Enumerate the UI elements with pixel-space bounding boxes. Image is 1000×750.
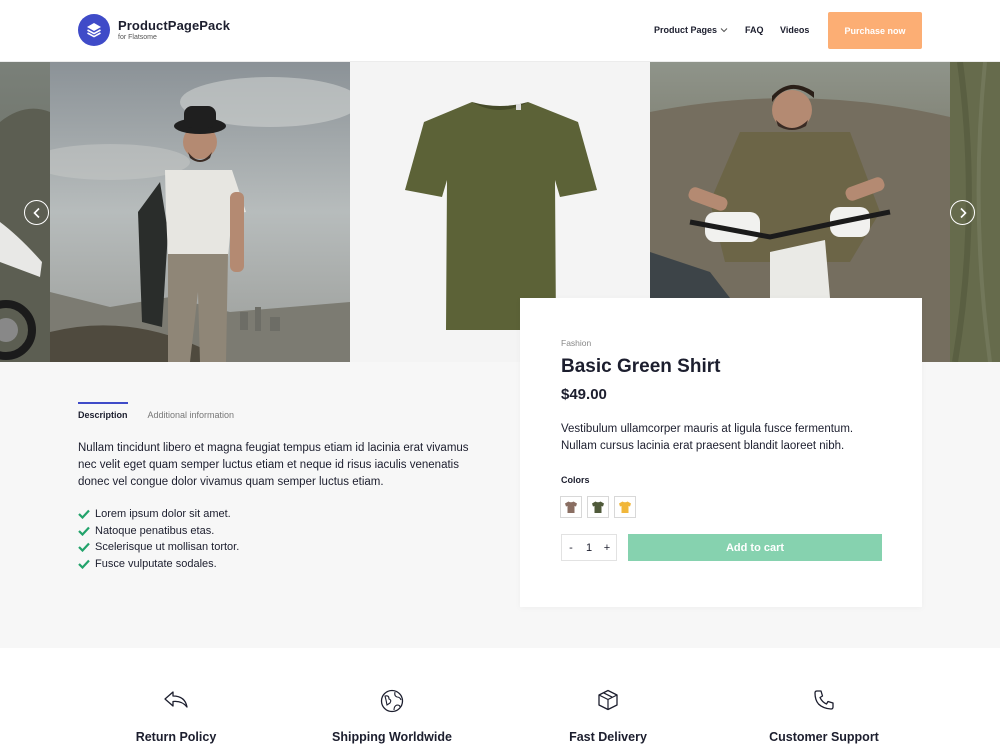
nav-product-pages[interactable]: Product Pages [654,25,728,35]
checkmark-icon [78,559,91,569]
quantity-stepper: - 1 + [561,534,617,561]
product-title: Basic Green Shirt [561,356,721,377]
chevron-left-icon [32,207,40,218]
list-item: Lorem ipsum dolor sit amet. [78,506,239,523]
phone-icon [724,688,924,716]
quantity-value[interactable]: 1 [580,542,598,554]
store-features: Return Policy Shipping Worldwide Fast De… [0,648,1000,750]
feature-customer-support: Customer Support [724,688,924,744]
color-swatches [560,496,641,518]
list-item-text: Scelerisque ut mollisan tortor. [95,541,240,553]
feature-label: Customer Support [769,730,879,744]
product-tabs: Description Additional information [78,402,254,420]
tshirt-icon [565,501,577,513]
purchase-now-button[interactable]: Purchase now [828,12,922,49]
nav-item-label: FAQ [745,25,764,35]
product-short-description: Vestibulum ullamcorper mauris at ligula … [561,423,854,452]
slide-image-man-hat [50,62,350,362]
tab-description[interactable]: Description [78,402,128,420]
checkmark-icon [78,542,91,553]
slider-next-button[interactable] [950,200,975,225]
list-item-text: Fusce vulputate sodales. [95,557,217,570]
color-swatch-yellow[interactable] [614,496,636,518]
feature-return-policy: Return Policy [76,688,276,744]
brand-name: ProductPagePack [118,18,231,33]
list-item: Fusce vulputate sodales. [78,556,239,573]
feature-checklist: Lorem ipsum dolor sit amet. Natoque pena… [78,506,239,572]
box-icon [508,688,708,716]
quantity-decrease-button[interactable]: - [562,542,580,554]
feature-fast-delivery: Fast Delivery [508,688,708,744]
add-to-cart-button[interactable]: Add to cart [628,534,882,561]
list-item: Natoque penatibus etas. [78,523,239,540]
quantity-increase-button[interactable]: + [598,542,616,554]
feature-label: Shipping Worldwide [332,730,452,744]
list-item-text: Lorem ipsum dolor sit amet. [95,508,231,520]
nav-item-label: Product Pages [654,25,718,35]
product-category[interactable]: Fashion [561,338,591,348]
tab-additional-information[interactable]: Additional information [148,402,235,420]
chevron-right-icon [959,207,967,218]
feature-shipping-worldwide: Shipping Worldwide [292,688,492,744]
tshirt-icon [619,501,631,513]
nav-item-label: Videos [780,25,810,35]
product-long-description: Nullam tincidunt libero et magna feugiat… [78,442,469,488]
list-item: Scelerisque ut mollisan tortor. [78,539,239,556]
list-item-text: Natoque penatibus etas. [95,524,215,537]
globe-icon [292,688,492,716]
feature-label: Fast Delivery [569,730,647,744]
chevron-down-icon [720,28,728,33]
brand-subtitle: for Flatsome [118,34,157,41]
color-swatch-green[interactable] [587,496,609,518]
slider-prev-button[interactable] [24,200,49,225]
product-summary-card: Fashion Basic Green Shirt $49.00 Vestibu… [520,298,922,607]
site-header: ProductPagePack for Flatsome Product Pag… [0,0,1000,62]
feature-label: Return Policy [135,730,217,744]
product-price: $49.00 [561,386,607,403]
layers-icon [78,14,110,46]
tshirt-icon [592,501,604,513]
checkmark-icon [78,526,91,536]
nav-videos[interactable]: Videos [780,25,809,35]
colors-label: Colors [561,475,590,485]
brand-logo[interactable]: ProductPagePack for Flatsome [78,14,230,46]
nav-faq[interactable]: FAQ [745,25,764,35]
checkmark-icon [78,509,91,520]
return-arrow-icon [76,688,276,716]
color-swatch-brown[interactable] [560,496,582,518]
